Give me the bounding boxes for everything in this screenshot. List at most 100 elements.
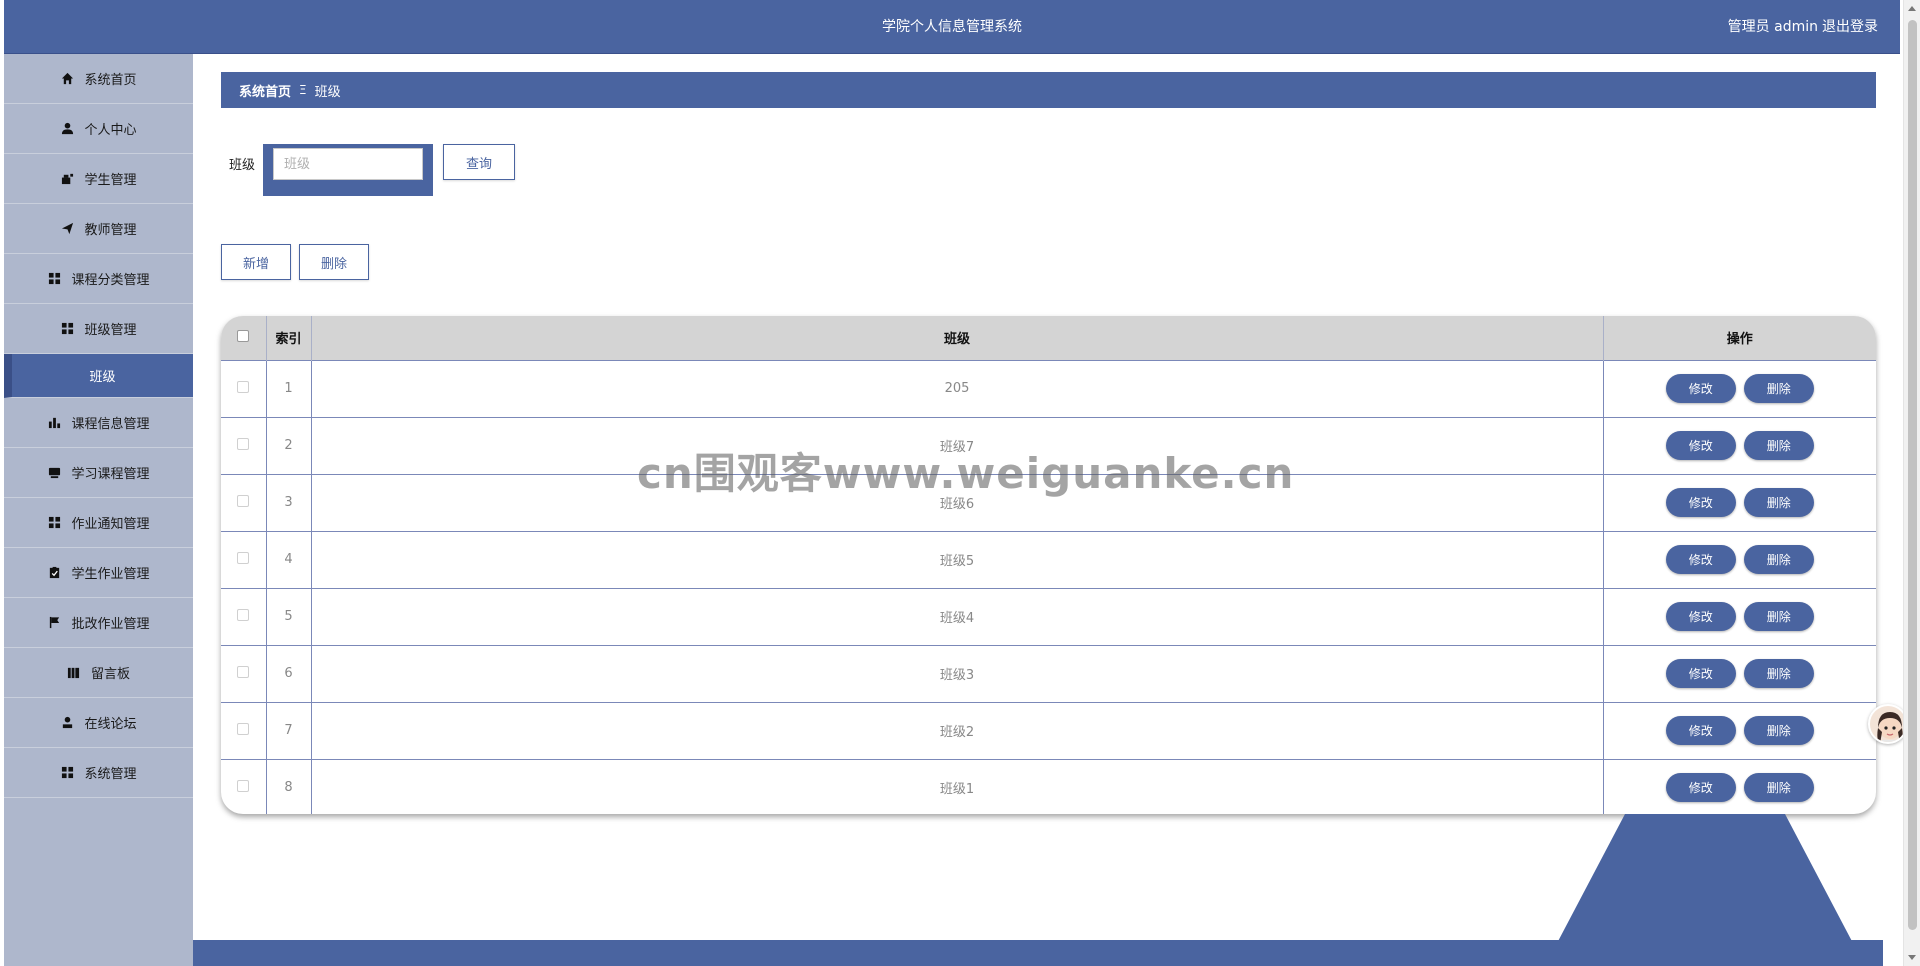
person-icon [60,716,74,730]
sidebar-item-14[interactable]: 系统管理 [4,748,193,798]
row-checkbox[interactable] [237,551,250,564]
row-class-name: 班级2 [311,701,1604,759]
sidebar-item-11[interactable]: 批改作业管理 [4,598,193,648]
class-search-input[interactable] [273,148,423,180]
edit-button[interactable]: 修改 [1665,659,1736,688]
row-class-name: 班级5 [311,530,1604,588]
row-select-cell [221,587,267,645]
sidebar-item-label: 课程信息管理 [71,417,150,432]
row-checkbox[interactable] [237,779,250,792]
sidebar-item-label: 个人中心 [84,123,137,138]
row-class-name: 205 [311,359,1604,417]
assistant-avatar[interactable] [1868,704,1908,744]
sidebar-item-13[interactable]: 在线论坛 [4,698,193,748]
table-row: 4 班级5 修改 删除 [221,530,1876,588]
sidebar-item-12[interactable]: 留言板 [4,648,193,698]
sidebar-item-5[interactable]: 班级管理 [4,304,193,354]
row-checkbox[interactable] [237,722,250,735]
sidebar-item-8[interactable]: 学习课程管理 [4,448,193,498]
scrollbar-thumb[interactable] [1908,20,1917,930]
send-icon [60,222,74,236]
row-checkbox[interactable] [237,437,250,450]
row-index: 8 [266,758,312,814]
logout-link[interactable]: 退出登录 [1822,0,1878,54]
delete-button[interactable]: 删除 [1743,545,1814,574]
row-checkbox[interactable] [237,608,250,621]
sidebar-item-label: 留言板 [90,667,130,682]
sidebar-item-9[interactable]: 作业通知管理 [4,498,193,548]
row-actions: 修改 删除 [1603,359,1876,417]
sidebar-item-label: 课程分类管理 [71,273,150,288]
row-checkbox[interactable] [237,494,250,507]
row-actions: 修改 删除 [1603,758,1876,814]
edit-button[interactable]: 修改 [1665,773,1736,803]
row-select-cell [221,758,267,814]
scroll-down-icon[interactable] [1908,955,1916,960]
row-select-cell [221,701,267,759]
sidebar-item-7[interactable]: 课程信息管理 [4,398,193,448]
table-row: 7 班级2 修改 删除 [221,701,1876,759]
edit-button[interactable]: 修改 [1665,374,1736,403]
select-all-cell [221,316,267,360]
delete-button[interactable]: 删除 [1743,602,1814,631]
user-icon [60,122,74,136]
row-select-cell [221,473,267,531]
row-checkbox[interactable] [237,665,250,678]
delete-button[interactable]: 删除 [1743,431,1814,460]
query-button[interactable]: 查询 [443,144,515,180]
delete-selected-button[interactable]: 删除 [299,244,369,280]
vertical-scrollbar[interactable] [1903,0,1920,966]
sidebar: 系统首页个人中心学生管理教师管理课程分类管理 班级管理班级课程信息管理学习课程管理… [4,54,193,966]
sidebar-item-label: 系统首页 [84,73,137,88]
row-class-name: 班级3 [311,644,1604,702]
delete-button[interactable]: 删除 [1743,716,1814,745]
row-actions: 修改 删除 [1603,587,1876,645]
row-checkbox[interactable] [237,380,250,393]
app-title: 学院个人信息管理系统 [882,19,1022,35]
sidebar-item-6[interactable]: 班级 [4,354,193,398]
sidebar-item-0[interactable]: 系统首页 [4,54,193,104]
bar-chart-icon [47,416,61,430]
sidebar-item-1[interactable]: 个人中心 [4,104,193,154]
breadcrumb-home[interactable]: 系统首页 [239,81,291,100]
breadcrumb-current: 班级 [314,84,341,100]
search-label: 班级 [229,158,256,173]
sidebar-item-3[interactable]: 教师管理 [4,204,193,254]
sidebar-item-2[interactable]: 学生管理 [4,154,193,204]
delete-button[interactable]: 删除 [1743,773,1814,803]
sidebar-item-4[interactable]: 课程分类管理 [4,254,193,304]
scroll-up-icon[interactable] [1908,6,1916,11]
tray-icon [47,466,61,480]
sidebar-item-label: 班级 [89,370,116,385]
row-actions: 修改 删除 [1603,530,1876,588]
edit-button[interactable]: 修改 [1665,488,1736,517]
sidebar-item-label: 在线论坛 [84,717,137,732]
edit-button[interactable]: 修改 [1665,602,1736,631]
sidebar-item-label: 班级管理 [84,323,137,338]
edit-button[interactable]: 修改 [1665,545,1736,574]
sidebar-item-label: 学生管理 [84,173,137,188]
flag-icon [47,616,61,630]
edit-button[interactable]: 修改 [1665,431,1736,460]
row-index: 5 [266,587,312,645]
delete-button[interactable]: 删除 [1743,659,1814,688]
row-index: 1 [266,359,312,417]
sidebar-item-label: 教师管理 [84,223,137,238]
table-row: 1 205 修改 删除 [221,359,1876,417]
row-actions: 修改 删除 [1603,416,1876,474]
delete-button[interactable]: 删除 [1743,374,1814,403]
grid-icon [47,272,61,286]
table-row: 6 班级3 修改 删除 [221,644,1876,702]
home-icon [60,72,74,86]
row-index: 6 [266,644,312,702]
sidebar-item-10[interactable]: 学生作业管理 [4,548,193,598]
row-select-cell [221,359,267,417]
select-all-checkbox[interactable] [237,329,250,342]
delete-button[interactable]: 删除 [1743,488,1814,517]
sidebar-item-label: 学生作业管理 [71,567,150,582]
tools-icon [60,172,74,186]
grid-icon [60,322,74,336]
row-index: 4 [266,530,312,588]
add-button[interactable]: 新增 [221,244,291,280]
edit-button[interactable]: 修改 [1665,716,1736,745]
